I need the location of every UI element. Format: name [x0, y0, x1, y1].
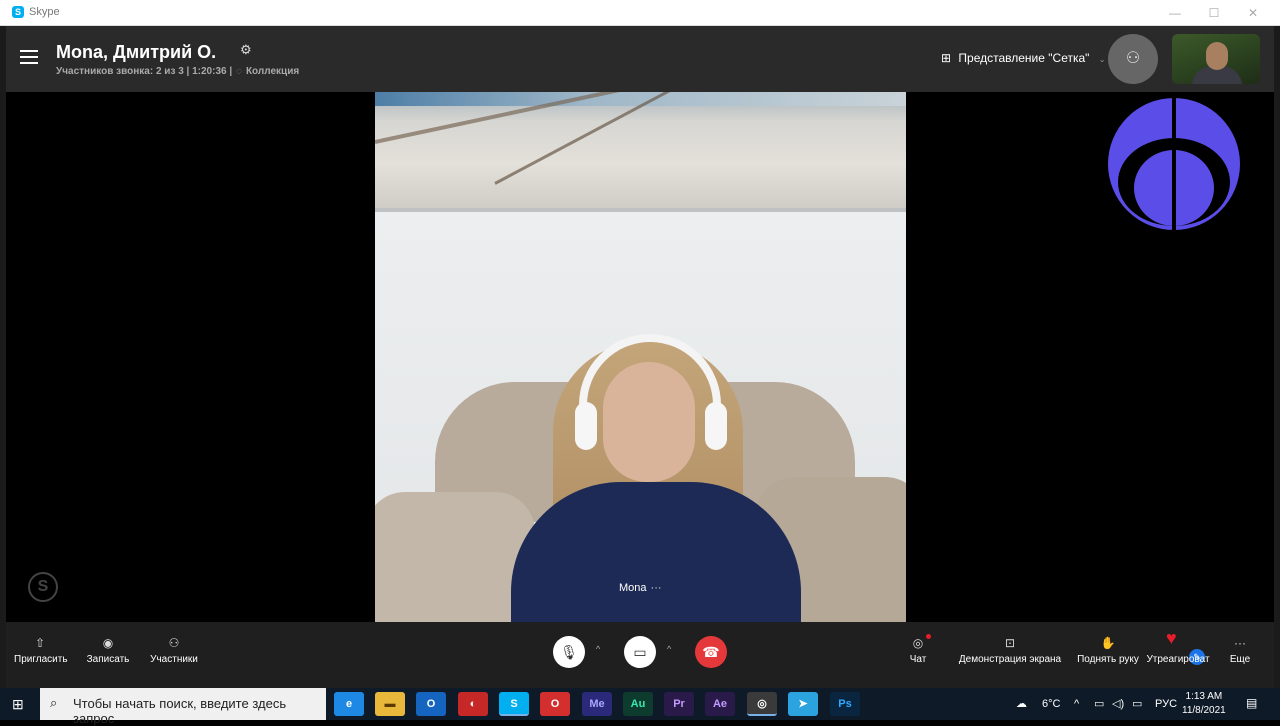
weather-temp[interactable]: 6°C [1042, 688, 1060, 720]
more-button[interactable]: ··· Еще [1224, 636, 1256, 665]
windows-start-icon[interactable]: ⊞ [12, 696, 24, 713]
window-title: Skype [29, 6, 60, 18]
obs-icon[interactable]: ◎ [747, 692, 777, 716]
taskbar-clock[interactable]: 1:13 AM 11/8/2021 [1182, 690, 1226, 718]
logo-divider [1172, 96, 1176, 232]
grid-icon: ⊞ [941, 51, 952, 65]
participants-button[interactable]: ⚇ Участники [148, 636, 200, 665]
react-button[interactable]: Утреагироват [1146, 636, 1210, 665]
invite-button[interactable]: ⇧ Пригласить [14, 636, 68, 665]
headphone-right [705, 402, 727, 450]
language-indicator[interactable]: РУС [1155, 688, 1177, 720]
self-video-preview[interactable] [1172, 34, 1260, 84]
photoshop-icon[interactable]: Ps [830, 692, 860, 716]
wall-poster [375, 92, 906, 210]
grid-view-label: Представление "Сетка" [958, 51, 1090, 65]
record-icon: ◉ [102, 636, 114, 650]
search-placeholder: Чтобы начать поиск, введите здесь запрос [73, 696, 287, 726]
maximize-button[interactable]: ☐ [1199, 4, 1229, 22]
tray-chevron-icon[interactable]: ^ [1074, 688, 1079, 720]
windows-taskbar: ⊞ ⌕ Чтобы начать поиск, введите здесь за… [0, 688, 1280, 726]
microphone-icon: 🎙 [560, 644, 578, 660]
preview-head [1206, 42, 1228, 70]
call-status: Участников звонка: 2 из 3 | 1:20:36 | [56, 66, 233, 77]
premiere-icon[interactable]: Pr [664, 692, 694, 716]
call-header: Mona, Дмитрий О. ⚙ Участников звонка: 2 … [6, 26, 1274, 92]
end-call-button[interactable]: ☎ [695, 636, 727, 668]
record-label: Записать [86, 654, 130, 665]
share-icon: ⇧ [34, 636, 46, 650]
taskbar-search[interactable]: ⌕ Чтобы начать поиск, введите здесь запр… [40, 688, 326, 726]
more-icon: ··· [1234, 636, 1246, 650]
video-stage: Mona ··· S [6, 92, 1274, 622]
notifications-icon[interactable]: ▤ [1246, 696, 1257, 710]
skype-watermark-icon: S [28, 572, 58, 602]
people-icon: ⚇ [168, 636, 180, 650]
add-person-button[interactable]: ⚇ [1108, 34, 1158, 84]
chevron-down-icon: ⌄ [1098, 55, 1106, 64]
invite-label: Пригласить [14, 654, 68, 665]
gear-icon[interactable]: ⚙ [240, 42, 252, 58]
outlook-icon[interactable]: O [416, 692, 446, 716]
audition-icon[interactable]: Au [623, 692, 653, 716]
hand-icon: ✋ [1100, 636, 1116, 650]
chat-icon: ◎ [912, 636, 924, 650]
raise-hand-button[interactable]: ✋ Поднять руку [1076, 636, 1140, 665]
screen-share-button[interactable]: ⊡ Демонстрация экрана [958, 636, 1062, 665]
headphone-left [575, 402, 597, 450]
participants-label: Участники [150, 654, 198, 665]
minimize-button[interactable]: — [1160, 4, 1190, 22]
app-icon-red[interactable]: ◐ [458, 692, 488, 716]
add-person-icon: ⚇ [1125, 50, 1141, 67]
mic-options-chevron-icon[interactable]: ^ [596, 644, 600, 654]
skype-app-icon: S [12, 6, 24, 18]
more-dots-icon[interactable]: ··· [651, 582, 662, 594]
clock-time: 1:13 AM [1185, 691, 1223, 702]
chat-button[interactable]: ◎ Чат [902, 636, 934, 665]
collection-icon: ◌ [236, 66, 242, 77]
collection-link[interactable]: ◌ Коллекция [236, 66, 299, 77]
close-button[interactable]: ✕ [1238, 4, 1268, 22]
file-explorer-icon[interactable]: ▬ [375, 692, 405, 716]
call-title: Mona, Дмитрий О. [56, 42, 217, 62]
hamburger-icon[interactable] [20, 50, 38, 64]
weather-icon[interactable]: ☁ [1016, 688, 1027, 720]
call-controls-bar: ⇧ Пригласить ◉ Записать ⚇ Участники 🎙 ^ … [6, 622, 1274, 688]
hang-up-icon: ☎ [702, 644, 720, 660]
screen-share-label: Демонстрация экрана [958, 654, 1062, 665]
more-label: Еще [1229, 654, 1251, 665]
battery-icon[interactable]: ▭ [1132, 688, 1142, 720]
telegram-icon[interactable]: ➤ [788, 692, 818, 716]
clock-date: 11/8/2021 [1182, 705, 1226, 716]
camera-button[interactable]: ▭ [624, 636, 656, 668]
volume-icon[interactable]: ◁) [1112, 688, 1124, 720]
chat-label: Чат [909, 654, 927, 665]
camera-icon: ▭ [633, 644, 647, 660]
network-icon[interactable]: ▭ [1094, 688, 1104, 720]
record-button[interactable]: ◉ Записать [84, 636, 132, 665]
after-effects-icon[interactable]: Ae [705, 692, 735, 716]
camera-options-chevron-icon[interactable]: ^ [667, 644, 671, 654]
edge-icon[interactable]: e [334, 692, 364, 716]
microphone-button[interactable]: 🎙 [553, 636, 585, 668]
participant-video[interactable]: Mona ··· [375, 92, 906, 622]
participant-name-tag: Mona ··· [619, 582, 662, 594]
collection-label: Коллекция [245, 66, 300, 77]
search-icon: ⌕ [50, 695, 58, 710]
overlay-logo-icon [1108, 96, 1240, 232]
skype-window: S Skype — ☐ ✕ Mona, Дмитрий О. ⚙ Участни… [0, 0, 1280, 688]
react-spacer [1146, 636, 1210, 654]
opera-icon[interactable]: O [540, 692, 570, 716]
participant-name: Mona [619, 582, 647, 594]
raise-hand-label: Поднять руку [1077, 654, 1139, 665]
title-bar: S Skype — ☐ ✕ [0, 0, 1280, 26]
grid-view-toggle[interactable]: ⊞ Представление "Сетка" ⌄ [941, 51, 1105, 65]
react-label: Утреагироват [1146, 654, 1210, 665]
screen-share-icon: ⊡ [1004, 636, 1016, 650]
skype-taskbar-icon[interactable]: S [499, 692, 529, 716]
media-encoder-icon[interactable]: Me [582, 692, 612, 716]
